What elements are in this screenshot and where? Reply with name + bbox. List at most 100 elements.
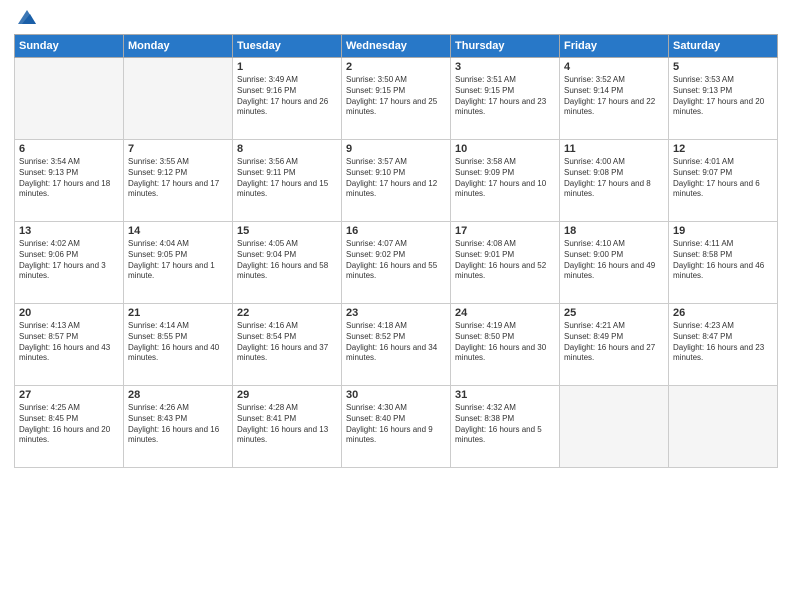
calendar-cell: 18 Sunrise: 4:10 AM Sunset: 9:00 PM Dayli… bbox=[560, 222, 669, 304]
calendar-cell: 17 Sunrise: 4:08 AM Sunset: 9:01 PM Dayli… bbox=[451, 222, 560, 304]
day-info: Sunrise: 4:11 AM Sunset: 8:58 PM Dayligh… bbox=[673, 239, 773, 282]
day-number: 17 bbox=[455, 225, 555, 237]
calendar-cell: 11 Sunrise: 4:00 AM Sunset: 9:08 PM Dayli… bbox=[560, 140, 669, 222]
logo bbox=[14, 10, 38, 28]
calendar-week-2: 6 Sunrise: 3:54 AM Sunset: 9:13 PM Daylig… bbox=[15, 140, 778, 222]
day-info: Sunrise: 3:49 AM Sunset: 9:16 PM Dayligh… bbox=[237, 75, 337, 118]
calendar-cell: 24 Sunrise: 4:19 AM Sunset: 8:50 PM Dayli… bbox=[451, 304, 560, 386]
calendar-cell: 7Sunrise: 3:55 AM Sunset: 9:12 PM Daylig… bbox=[124, 140, 233, 222]
day-info: Sunrise: 4:32 AM Sunset: 8:38 PM Dayligh… bbox=[455, 403, 555, 446]
day-number: 1 bbox=[237, 61, 337, 73]
calendar-cell: 20 Sunrise: 4:13 AM Sunset: 8:57 PM Dayli… bbox=[15, 304, 124, 386]
calendar-cell bbox=[124, 58, 233, 140]
calendar-cell: 23 Sunrise: 4:18 AM Sunset: 8:52 PM Dayli… bbox=[342, 304, 451, 386]
calendar-week-1: 1 Sunrise: 3:49 AM Sunset: 9:16 PM Daylig… bbox=[15, 58, 778, 140]
header-friday: Friday bbox=[560, 35, 669, 58]
day-number: 19 bbox=[673, 225, 773, 237]
day-info: Sunrise: 4:16 AM Sunset: 8:54 PM Dayligh… bbox=[237, 321, 337, 364]
day-number: 28 bbox=[128, 389, 228, 401]
day-number: 20 bbox=[19, 307, 119, 319]
day-number: 27 bbox=[19, 389, 119, 401]
day-info: Sunrise: 4:25 AM Sunset: 8:45 PM Dayligh… bbox=[19, 403, 119, 446]
day-number: 21 bbox=[128, 307, 228, 319]
day-info: Sunrise: 4:00 AM Sunset: 9:08 PM Dayligh… bbox=[564, 157, 664, 200]
day-number: 12 bbox=[673, 143, 773, 155]
day-info: Sunrise: 4:26 AM Sunset: 8:43 PM Dayligh… bbox=[128, 403, 228, 446]
day-info: Sunrise: 4:13 AM Sunset: 8:57 PM Dayligh… bbox=[19, 321, 119, 364]
day-info: Sunrise: 3:58 AM Sunset: 9:09 PM Dayligh… bbox=[455, 157, 555, 200]
day-number: 22 bbox=[237, 307, 337, 319]
day-info: Sunrise: 3:52 AM Sunset: 9:14 PM Dayligh… bbox=[564, 75, 664, 118]
header-wednesday: Wednesday bbox=[342, 35, 451, 58]
day-number: 25 bbox=[564, 307, 664, 319]
day-info: Sunrise: 3:50 AM Sunset: 9:15 PM Dayligh… bbox=[346, 75, 446, 118]
calendar-cell: 12 Sunrise: 4:01 AM Sunset: 9:07 PM Dayli… bbox=[669, 140, 778, 222]
calendar-cell: 8 Sunrise: 3:56 AM Sunset: 9:11 PM Daylig… bbox=[233, 140, 342, 222]
day-number: 11 bbox=[564, 143, 664, 155]
logo-icon bbox=[16, 6, 38, 28]
day-number: 29 bbox=[237, 389, 337, 401]
day-number: 13 bbox=[19, 225, 119, 237]
calendar-week-4: 20 Sunrise: 4:13 AM Sunset: 8:57 PM Dayli… bbox=[15, 304, 778, 386]
header-sunday: Sunday bbox=[15, 35, 124, 58]
header-thursday: Thursday bbox=[451, 35, 560, 58]
calendar-cell bbox=[560, 386, 669, 468]
calendar-cell: 6 Sunrise: 3:54 AM Sunset: 9:13 PM Daylig… bbox=[15, 140, 124, 222]
day-number: 24 bbox=[455, 307, 555, 319]
calendar-cell: 29 Sunrise: 4:28 AM Sunset: 8:41 PM Dayli… bbox=[233, 386, 342, 468]
calendar-cell bbox=[15, 58, 124, 140]
calendar-cell: 22 Sunrise: 4:16 AM Sunset: 8:54 PM Dayli… bbox=[233, 304, 342, 386]
day-info: Sunrise: 4:19 AM Sunset: 8:50 PM Dayligh… bbox=[455, 321, 555, 364]
day-number: 18 bbox=[564, 225, 664, 237]
calendar-cell: 26Sunrise: 4:23 AM Sunset: 8:47 PM Dayli… bbox=[669, 304, 778, 386]
day-info: Sunrise: 3:54 AM Sunset: 9:13 PM Dayligh… bbox=[19, 157, 119, 200]
calendar-cell: 4 Sunrise: 3:52 AM Sunset: 9:14 PM Daylig… bbox=[560, 58, 669, 140]
day-info: Sunrise: 4:05 AM Sunset: 9:04 PM Dayligh… bbox=[237, 239, 337, 282]
day-info: Sunrise: 4:23 AM Sunset: 8:47 PM Dayligh… bbox=[673, 321, 773, 364]
day-info: Sunrise: 4:04 AM Sunset: 9:05 PM Dayligh… bbox=[128, 239, 228, 282]
day-number: 10 bbox=[455, 143, 555, 155]
day-number: 2 bbox=[346, 61, 446, 73]
day-info: Sunrise: 3:57 AM Sunset: 9:10 PM Dayligh… bbox=[346, 157, 446, 200]
calendar-cell: 27 Sunrise: 4:25 AM Sunset: 8:45 PM Dayli… bbox=[15, 386, 124, 468]
day-info: Sunrise: 4:10 AM Sunset: 9:00 PM Dayligh… bbox=[564, 239, 664, 282]
day-number: 30 bbox=[346, 389, 446, 401]
header-monday: Monday bbox=[124, 35, 233, 58]
page: Sunday Monday Tuesday Wednesday Thursday… bbox=[0, 0, 792, 612]
day-number: 5 bbox=[673, 61, 773, 73]
day-info: Sunrise: 4:08 AM Sunset: 9:01 PM Dayligh… bbox=[455, 239, 555, 282]
calendar-header-row: Sunday Monday Tuesday Wednesday Thursday… bbox=[15, 35, 778, 58]
day-info: Sunrise: 3:56 AM Sunset: 9:11 PM Dayligh… bbox=[237, 157, 337, 200]
calendar-cell: 19 Sunrise: 4:11 AM Sunset: 8:58 PM Dayli… bbox=[669, 222, 778, 304]
day-info: Sunrise: 4:21 AM Sunset: 8:49 PM Dayligh… bbox=[564, 321, 664, 364]
day-number: 23 bbox=[346, 307, 446, 319]
day-info: Sunrise: 4:07 AM Sunset: 9:02 PM Dayligh… bbox=[346, 239, 446, 282]
day-number: 9 bbox=[346, 143, 446, 155]
calendar-cell: 25 Sunrise: 4:21 AM Sunset: 8:49 PM Dayli… bbox=[560, 304, 669, 386]
day-info: Sunrise: 4:02 AM Sunset: 9:06 PM Dayligh… bbox=[19, 239, 119, 282]
day-info: Sunrise: 4:28 AM Sunset: 8:41 PM Dayligh… bbox=[237, 403, 337, 446]
day-info: Sunrise: 3:51 AM Sunset: 9:15 PM Dayligh… bbox=[455, 75, 555, 118]
calendar-week-5: 27 Sunrise: 4:25 AM Sunset: 8:45 PM Dayli… bbox=[15, 386, 778, 468]
day-info: Sunrise: 4:01 AM Sunset: 9:07 PM Dayligh… bbox=[673, 157, 773, 200]
day-info: Sunrise: 4:18 AM Sunset: 8:52 PM Dayligh… bbox=[346, 321, 446, 364]
day-number: 3 bbox=[455, 61, 555, 73]
calendar-cell: 1 Sunrise: 3:49 AM Sunset: 9:16 PM Daylig… bbox=[233, 58, 342, 140]
calendar-cell: 31Sunrise: 4:32 AM Sunset: 8:38 PM Dayli… bbox=[451, 386, 560, 468]
calendar-cell: 3 Sunrise: 3:51 AM Sunset: 9:15 PM Daylig… bbox=[451, 58, 560, 140]
calendar-cell: 5 Sunrise: 3:53 AM Sunset: 9:13 PM Daylig… bbox=[669, 58, 778, 140]
calendar-cell: 14Sunrise: 4:04 AM Sunset: 9:05 PM Dayli… bbox=[124, 222, 233, 304]
calendar-cell: 2 Sunrise: 3:50 AM Sunset: 9:15 PM Daylig… bbox=[342, 58, 451, 140]
day-number: 4 bbox=[564, 61, 664, 73]
header-tuesday: Tuesday bbox=[233, 35, 342, 58]
day-info: Sunrise: 4:14 AM Sunset: 8:55 PM Dayligh… bbox=[128, 321, 228, 364]
header bbox=[14, 10, 778, 28]
day-number: 15 bbox=[237, 225, 337, 237]
calendar-cell: 30Sunrise: 4:30 AM Sunset: 8:40 PM Dayli… bbox=[342, 386, 451, 468]
day-info: Sunrise: 3:53 AM Sunset: 9:13 PM Dayligh… bbox=[673, 75, 773, 118]
header-saturday: Saturday bbox=[669, 35, 778, 58]
day-number: 6 bbox=[19, 143, 119, 155]
calendar-week-3: 13 Sunrise: 4:02 AM Sunset: 9:06 PM Dayli… bbox=[15, 222, 778, 304]
day-number: 8 bbox=[237, 143, 337, 155]
calendar-cell: 28 Sunrise: 4:26 AM Sunset: 8:43 PM Dayli… bbox=[124, 386, 233, 468]
